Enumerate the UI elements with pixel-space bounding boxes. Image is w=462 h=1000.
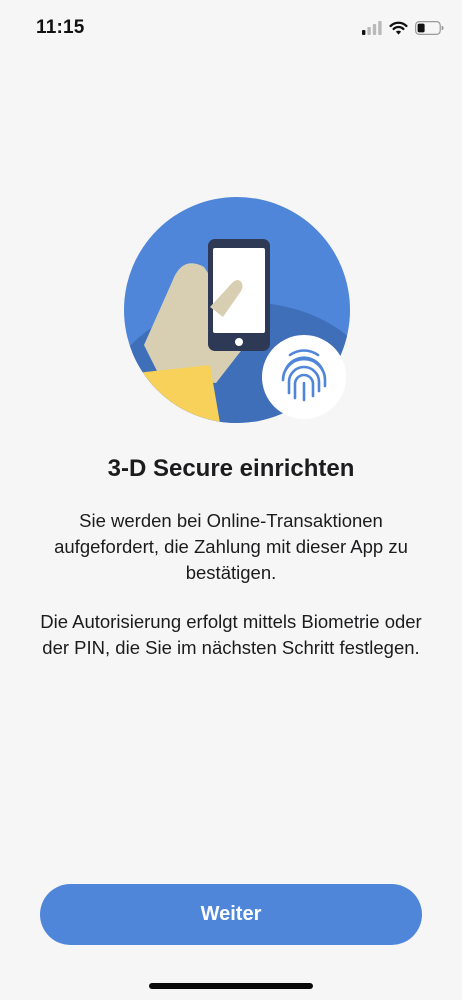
description-paragraph-2: Die Autorisierung erfolgt mittels Biomet… <box>40 611 422 658</box>
description-paragraph-1: Sie werden bei Online-Transaktionen aufg… <box>54 510 408 583</box>
status-bar: 11:15 <box>0 0 462 58</box>
cellular-signal-icon <box>362 21 382 35</box>
sleeve-shape <box>124 365 220 423</box>
status-time: 11:15 <box>36 17 85 38</box>
smartphone-icon <box>208 239 270 351</box>
illustration <box>124 197 350 423</box>
page-title: 3-D Secure einrichten <box>107 455 355 482</box>
status-icons <box>362 18 444 38</box>
continue-button[interactable]: Weiter <box>40 884 422 945</box>
wifi-icon <box>389 21 408 35</box>
home-indicator <box>149 983 313 989</box>
battery-icon <box>415 21 444 35</box>
